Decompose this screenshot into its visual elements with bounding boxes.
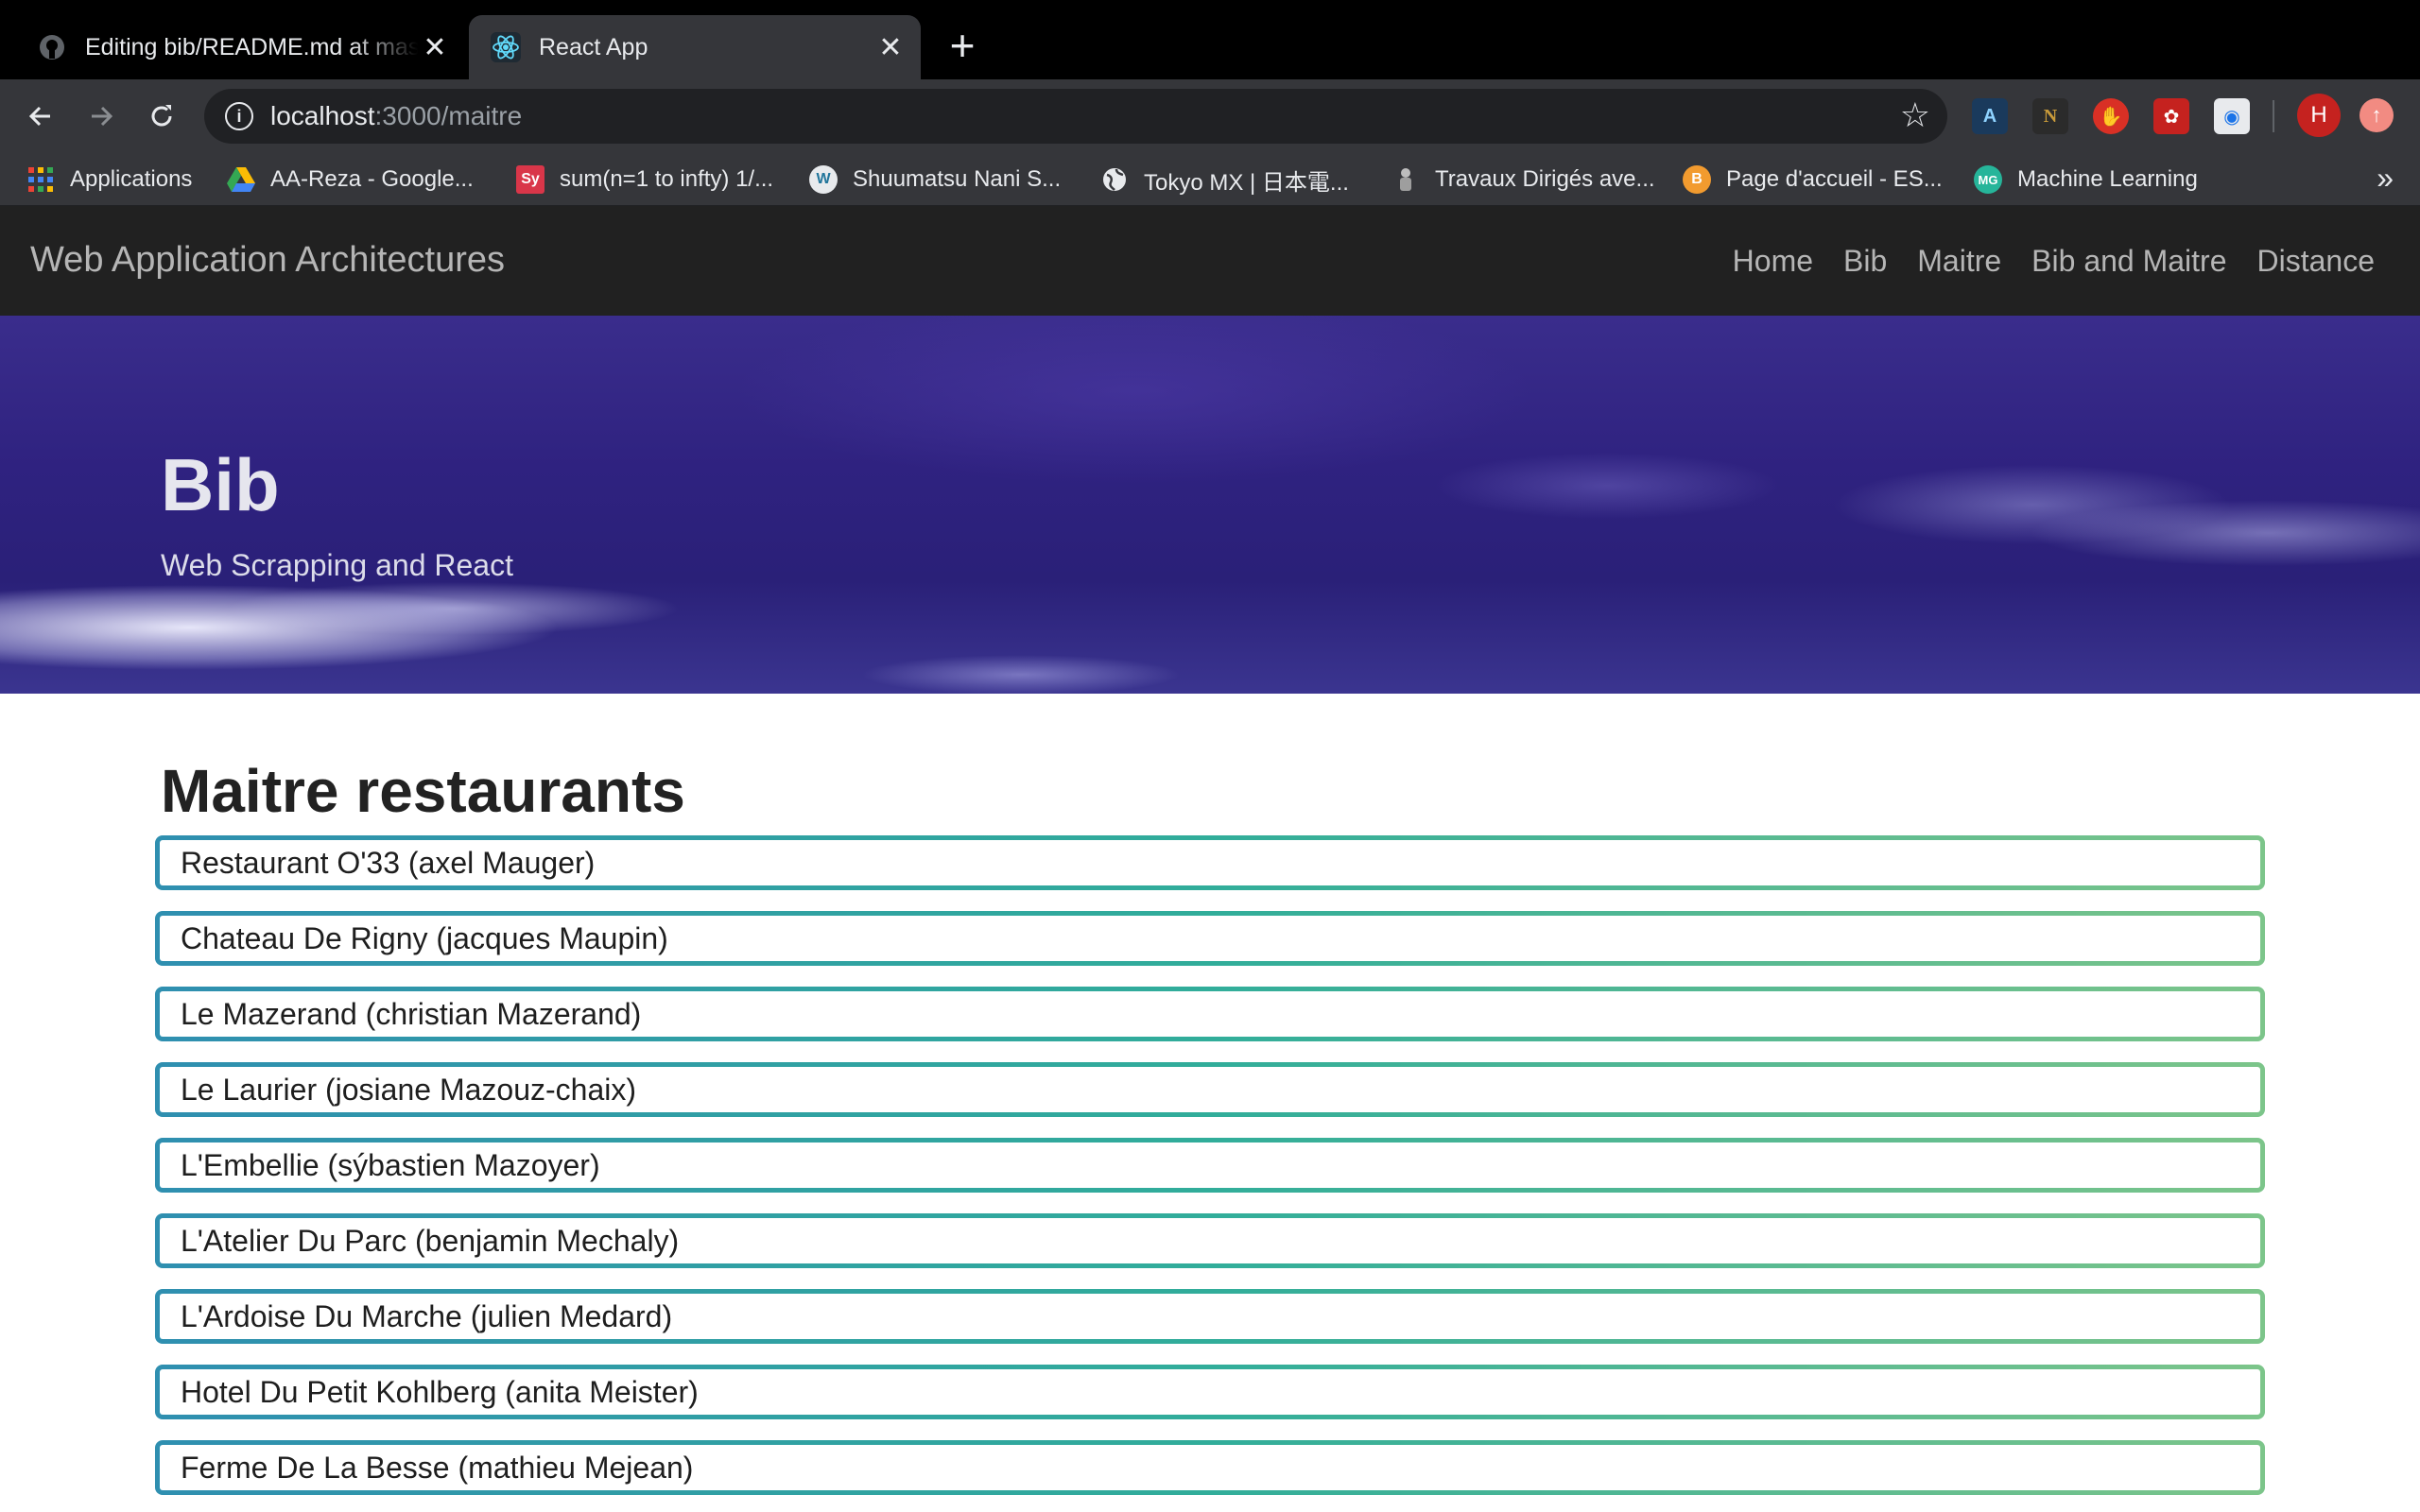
extension-screenshot-icon[interactable]: ◉	[2214, 98, 2250, 134]
tab-title: React App	[539, 33, 648, 60]
nav-link-maitre[interactable]: Maitre	[1917, 244, 2001, 279]
globe-icon	[1100, 165, 1129, 194]
tab-title: Editing bib/README.md at master	[85, 33, 418, 60]
bookmark-label: AA-Reza - Google...	[270, 166, 474, 192]
restaurant-item: Hotel Du Petit Kohlberg (anita Meister)	[155, 1365, 2265, 1419]
new-tab-button[interactable]: +	[940, 24, 985, 70]
restaurant-item: L'Ardoise Du Marche (julien Medard)	[155, 1289, 2265, 1344]
close-tab-icon[interactable]: ✕	[873, 30, 908, 64]
bookmark-label: Tokyo MX | 日本電...	[1144, 169, 1349, 196]
restaurant-item: Restaurant O'33 (axel Mauger)	[155, 835, 2265, 890]
extension-translate-icon[interactable]: A	[1972, 98, 2008, 134]
toolbar-divider	[2273, 100, 2274, 132]
address-url: localhost:3000/maitre	[270, 101, 523, 130]
apps-grid-icon	[26, 165, 55, 194]
hero-title: Bib	[161, 443, 280, 526]
react-icon	[490, 31, 522, 63]
bookmark-label: Travaux Dirigés ave...	[1435, 166, 1655, 192]
esilv-icon: B	[1683, 165, 1711, 194]
bookmark-label: Machine Learning	[2017, 166, 2198, 192]
back-icon[interactable]	[19, 94, 62, 138]
restaurant-item: L'Atelier Du Parc (benjamin Mechaly)	[155, 1213, 2265, 1268]
close-tab-icon[interactable]: ✕	[418, 30, 452, 64]
forward-icon[interactable]	[79, 94, 123, 138]
nav-link-bib[interactable]: Bib	[1843, 244, 1887, 279]
site-info-icon[interactable]: i	[225, 102, 253, 130]
extension-adblock-icon[interactable]: ✋	[2093, 98, 2129, 134]
hero-subtitle: Web Scrapping and React	[161, 548, 513, 582]
bookmark-label: Page d'accueil - ES...	[1726, 166, 1943, 192]
bookmark-tokyo-mx[interactable]: Tokyo MX | 日本電...	[1100, 153, 1349, 206]
bookmark-label: sum(n=1 to infty) 1/...	[560, 166, 774, 192]
symbolab-icon: Sy	[516, 165, 544, 194]
doc-icon	[1392, 165, 1420, 194]
restaurant-item: Le Laurier (josiane Mazouz-chaix)	[155, 1062, 2265, 1117]
restaurant-item: Chateau De Rigny (jacques Maupin)	[155, 911, 2265, 966]
browser-toolbar: i localhost:3000/maitre ☆ A N ✋ ✿ ◉ H ↑	[0, 79, 2420, 153]
extension-pattern-icon[interactable]: ✿	[2153, 98, 2189, 134]
mg-icon: MG	[1974, 165, 2002, 194]
extension-ni-icon[interactable]: N	[2032, 98, 2068, 134]
hero-banner	[0, 316, 2420, 694]
nav-link-distance[interactable]: Distance	[2257, 244, 2376, 279]
update-icon[interactable]: ↑	[2360, 98, 2394, 132]
page-heading: Maitre restaurants	[161, 757, 685, 825]
reload-icon[interactable]	[140, 94, 183, 138]
bookmarks-overflow-icon[interactable]: »	[2377, 161, 2394, 196]
github-icon	[36, 31, 68, 63]
profile-avatar[interactable]: H	[2297, 94, 2341, 137]
restaurant-item: Le Mazerand (christian Mazerand)	[155, 987, 2265, 1041]
google-drive-icon	[227, 165, 255, 194]
bookmark-label: Shuumatsu Nani S...	[853, 166, 1062, 192]
address-bar[interactable]: i localhost:3000/maitre ☆	[204, 89, 1947, 144]
site-navbar: Web Application Architectures Home Bib M…	[0, 206, 2420, 316]
bookmark-star-icon[interactable]: ☆	[1900, 98, 1930, 132]
tab-strip: Editing bib/README.md at master ✕ React …	[0, 0, 2420, 79]
nav-link-bib-and-maitre[interactable]: Bib and Maitre	[2031, 244, 2226, 279]
restaurant-item: L'Embellie (sýbastien Mazoyer)	[155, 1138, 2265, 1193]
bookmark-page-accueil[interactable]: B Page d'accueil - ES...	[1683, 153, 1943, 206]
navbar-links: Home Bib Maitre Bib and Maitre Distance	[1733, 244, 2375, 279]
navbar-brand[interactable]: Web Application Architectures	[30, 240, 505, 281]
bookmarks-bar: Applications AA-Reza - Google... Sy sum(…	[0, 153, 2420, 206]
bookmark-travaux-diriges[interactable]: Travaux Dirigés ave...	[1392, 153, 1655, 206]
wordpress-icon: W	[809, 165, 838, 194]
bookmark-symbolab[interactable]: Sy sum(n=1 to infty) 1/...	[516, 153, 773, 206]
bookmark-shuumatsu[interactable]: W Shuumatsu Nani S...	[809, 153, 1061, 206]
bookmark-machine-learning[interactable]: MG Machine Learning	[1974, 153, 2198, 206]
tab-react-app[interactable]: React App ✕	[469, 15, 921, 79]
restaurant-item: Ferme De La Besse (mathieu Mejean)	[155, 1440, 2265, 1495]
tab-github-editing[interactable]: Editing bib/README.md at master ✕	[15, 15, 465, 79]
bookmark-aa-reza[interactable]: AA-Reza - Google...	[227, 153, 474, 206]
restaurant-list: Restaurant O'33 (axel Mauger) Chateau De…	[155, 835, 2265, 1512]
bookmark-label: Applications	[70, 166, 193, 192]
bookmark-applications[interactable]: Applications	[26, 153, 192, 206]
nav-link-home[interactable]: Home	[1733, 244, 1813, 279]
